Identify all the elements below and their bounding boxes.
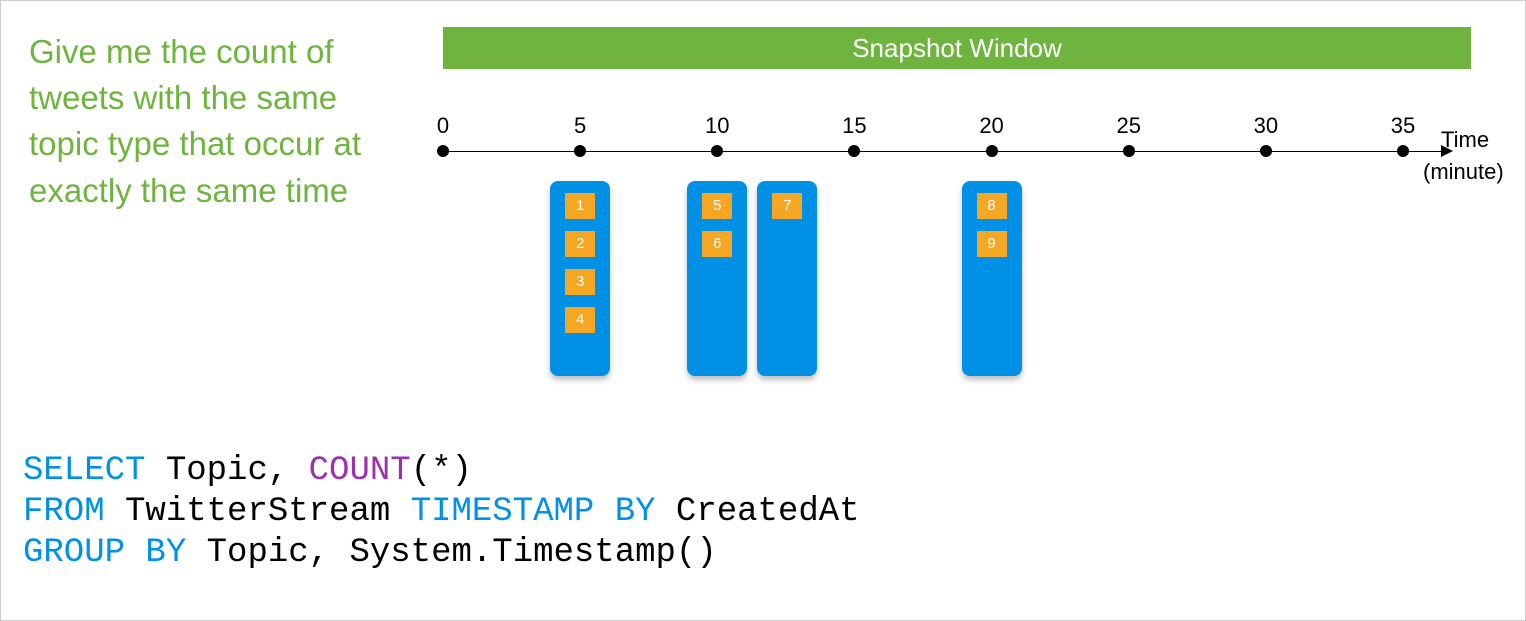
event-box: 8 [977,193,1007,219]
sql-query: SELECT Topic, COUNT(*) FROM TwitterStrea… [23,451,860,573]
tick-label: 15 [842,113,866,139]
event-box: 7 [772,193,802,219]
sql-from-body: TwitterStream [105,493,411,531]
event-box: 9 [977,231,1007,257]
axis-line [443,151,1443,152]
tick-label: 30 [1254,113,1278,139]
sql-count-kw: COUNT [309,452,411,490]
tick-label: 25 [1116,113,1140,139]
tick-label: 0 [437,113,449,139]
sql-select-kw: SELECT [23,452,145,490]
snapshot-group: 1 2 3 4 [550,181,610,376]
snapshot-group: 89 [962,181,1022,376]
sql-select-body: Topic, [145,452,308,490]
tick-dot [437,145,449,157]
tick-dot [574,145,586,157]
sql-ts-body: CreatedAt [656,493,860,531]
windows-container: 123456789 [443,181,1471,401]
event-box: 5 [702,193,732,219]
event-box: 2 [565,231,595,257]
description-text: Give me the count of tweets with the sam… [29,29,389,214]
snapshot-group: 7 [757,181,817,376]
sql-gb-body: Topic, System.Timestamp() [186,534,717,572]
tick-label: 5 [574,113,586,139]
tick-dot [1397,145,1409,157]
tick-dot [986,145,998,157]
tick-label: 20 [979,113,1003,139]
event-box: 1 [565,193,595,219]
time-axis: Time (minute) 05101520253035 [443,101,1471,181]
event-box: 6 [702,231,732,257]
sql-groupby-kw: GROUP BY [23,534,186,572]
snapshot-window-banner: Snapshot Window [443,27,1471,69]
snapshot-group: 56 [687,181,747,376]
sql-timestampby-kw: TIMESTAMP BY [411,493,656,531]
tick-label: 35 [1391,113,1415,139]
sql-count-args: (*) [411,452,472,490]
tick-dot [1260,145,1272,157]
event-box: 4 [565,307,595,333]
axis-title: Time [1441,127,1489,153]
event-box: 3 [565,269,595,295]
tick-dot [711,145,723,157]
tick-dot [1123,145,1135,157]
tick-label: 10 [705,113,729,139]
sql-from-kw: FROM [23,493,105,531]
tick-dot [848,145,860,157]
